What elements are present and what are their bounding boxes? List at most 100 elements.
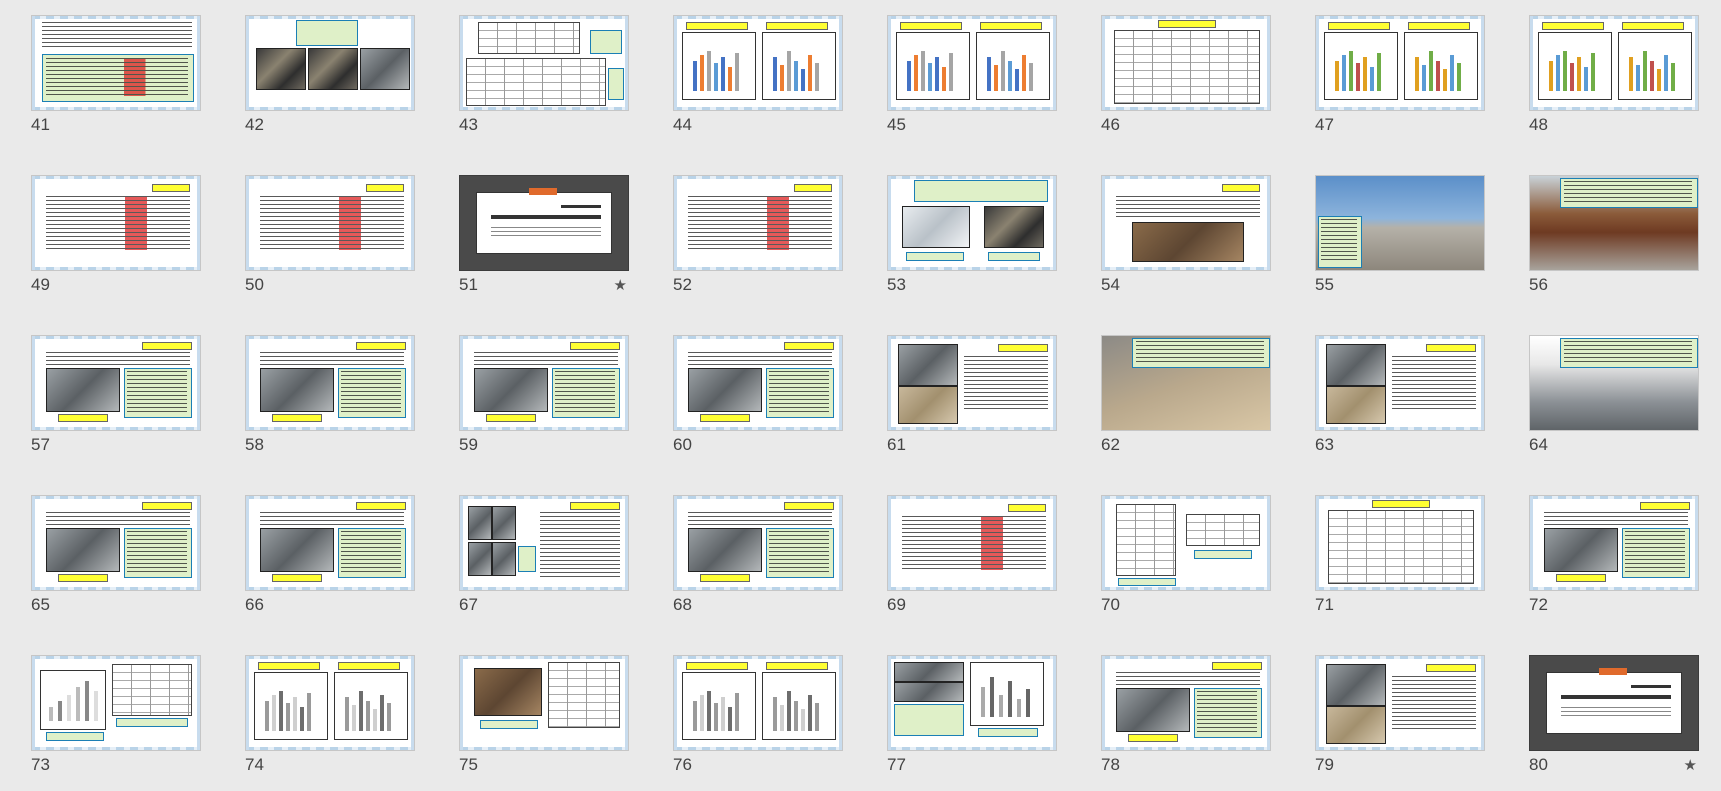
slide-border-top — [246, 656, 414, 659]
chart-bar — [1570, 63, 1574, 91]
title-card-t2 — [491, 215, 601, 219]
slide-thumbnail-48[interactable] — [1529, 15, 1699, 111]
slide-number: 45 — [887, 115, 906, 134]
slide-border-left — [1530, 16, 1533, 110]
slide-thumbnail-cell: 56 — [1529, 175, 1699, 294]
chart-bar — [714, 703, 718, 731]
slide-thumbnail-58[interactable] — [245, 335, 415, 431]
slide-thumbnail-57[interactable] — [31, 335, 201, 431]
text-lines — [46, 58, 188, 96]
chart-bar — [1415, 57, 1419, 91]
chart-bar — [794, 701, 798, 731]
slide-thumbnail-49[interactable] — [31, 175, 201, 271]
slide-thumbnail-59[interactable] — [459, 335, 629, 431]
caption-box — [988, 252, 1040, 261]
slide-border-bottom — [246, 427, 414, 430]
section-title-card — [1546, 668, 1682, 734]
bar-chart — [334, 672, 408, 740]
photo — [984, 206, 1044, 248]
slide-border-bottom — [674, 267, 842, 270]
photo — [256, 48, 306, 90]
slide-number: 72 — [1529, 595, 1548, 614]
slide-thumbnail-cell: 44 — [673, 15, 843, 134]
slide-thumbnail-66[interactable] — [245, 495, 415, 591]
bar-chart — [762, 672, 836, 740]
slide-thumbnail-70[interactable] — [1101, 495, 1271, 591]
slide-thumbnail-53[interactable] — [887, 175, 1057, 271]
slide-thumbnail-75[interactable] — [459, 655, 629, 751]
slide-thumbnail-78[interactable] — [1101, 655, 1271, 751]
text-lines — [46, 196, 190, 250]
slide-thumbnail-62[interactable] — [1101, 335, 1271, 431]
chart-bar — [794, 61, 798, 91]
caption-box — [486, 414, 536, 422]
slide-thumbnail-74[interactable] — [245, 655, 415, 751]
slide-border-left — [460, 496, 463, 590]
slide-thumbnail-73[interactable] — [31, 655, 201, 751]
slide-border-left — [1316, 336, 1319, 430]
slide-thumbnail-64[interactable] — [1529, 335, 1699, 431]
slide-thumbnail-63[interactable] — [1315, 335, 1485, 431]
slide-thumbnail-46[interactable] — [1101, 15, 1271, 111]
photo — [1544, 528, 1618, 572]
chart-bar — [815, 703, 819, 731]
slide-thumbnail-68[interactable] — [673, 495, 843, 591]
table — [1114, 30, 1260, 104]
bar-chart — [1538, 32, 1612, 100]
slide-thumbnail-60[interactable] — [673, 335, 843, 431]
slide-thumbnail-65[interactable] — [31, 495, 201, 591]
slide-thumbnail-67[interactable] — [459, 495, 629, 591]
slide-thumbnail-79[interactable] — [1315, 655, 1485, 751]
slide-border-left — [888, 656, 891, 750]
slide-border-bottom — [888, 267, 1056, 270]
slide-thumbnail-77[interactable] — [887, 655, 1057, 751]
slide-thumbnail-43[interactable] — [459, 15, 629, 111]
slide-thumbnail-45[interactable] — [887, 15, 1057, 111]
slide-border-bottom — [246, 747, 414, 750]
slide-thumbnail-76[interactable] — [673, 655, 843, 751]
slide-thumbnail-54[interactable] — [1101, 175, 1271, 271]
photo — [1326, 344, 1386, 386]
table — [548, 662, 620, 728]
slide-border-right — [839, 336, 842, 430]
slide-thumbnail-69[interactable] — [887, 495, 1057, 591]
slide-thumbnail-52[interactable] — [673, 175, 843, 271]
slide-thumbnail-72[interactable] — [1529, 495, 1699, 591]
text-lines — [42, 22, 192, 50]
star-icon[interactable]: ★ — [1684, 756, 1697, 774]
slide-number: 69 — [887, 595, 906, 614]
slide-thumbnail-cell: 50 — [245, 175, 415, 294]
slide-border-left — [1102, 176, 1105, 270]
title-card-t1 — [1631, 685, 1671, 688]
slide-border-bottom — [1316, 747, 1484, 750]
slide-thumbnail-51[interactable] — [459, 175, 629, 271]
slide-border-top — [246, 176, 414, 179]
slide-thumbnail-42[interactable] — [245, 15, 415, 111]
slide-thumbnail-41[interactable] — [31, 15, 201, 111]
photo — [260, 528, 334, 572]
slide-border-right — [625, 336, 628, 430]
slide-thumbnail-71[interactable] — [1315, 495, 1485, 591]
bar-chart — [976, 32, 1050, 100]
chart-bar — [1457, 63, 1461, 91]
text-lines — [127, 371, 187, 413]
slide-thumbnail-44[interactable] — [673, 15, 843, 111]
slide-thumbnail-50[interactable] — [245, 175, 415, 271]
caption-box — [46, 732, 104, 741]
slide-thumbnail-cell: 54 — [1101, 175, 1271, 294]
slide-thumbnail-61[interactable] — [887, 335, 1057, 431]
slide-border-left — [460, 336, 463, 430]
chart-bar — [76, 687, 80, 721]
caption-box — [58, 414, 108, 422]
slide-thumbnail-47[interactable] — [1315, 15, 1485, 111]
slide-thumbnail-56[interactable] — [1529, 175, 1699, 271]
slide-thumbnail-55[interactable] — [1315, 175, 1485, 271]
slide-number: 67 — [459, 595, 478, 614]
slide-border-top — [246, 496, 414, 499]
heading-box — [142, 502, 192, 510]
chart-bar — [359, 691, 363, 731]
chart-bar — [1017, 699, 1021, 717]
text-lines — [1116, 196, 1260, 220]
star-icon[interactable]: ★ — [614, 276, 627, 294]
slide-thumbnail-80[interactable] — [1529, 655, 1699, 751]
